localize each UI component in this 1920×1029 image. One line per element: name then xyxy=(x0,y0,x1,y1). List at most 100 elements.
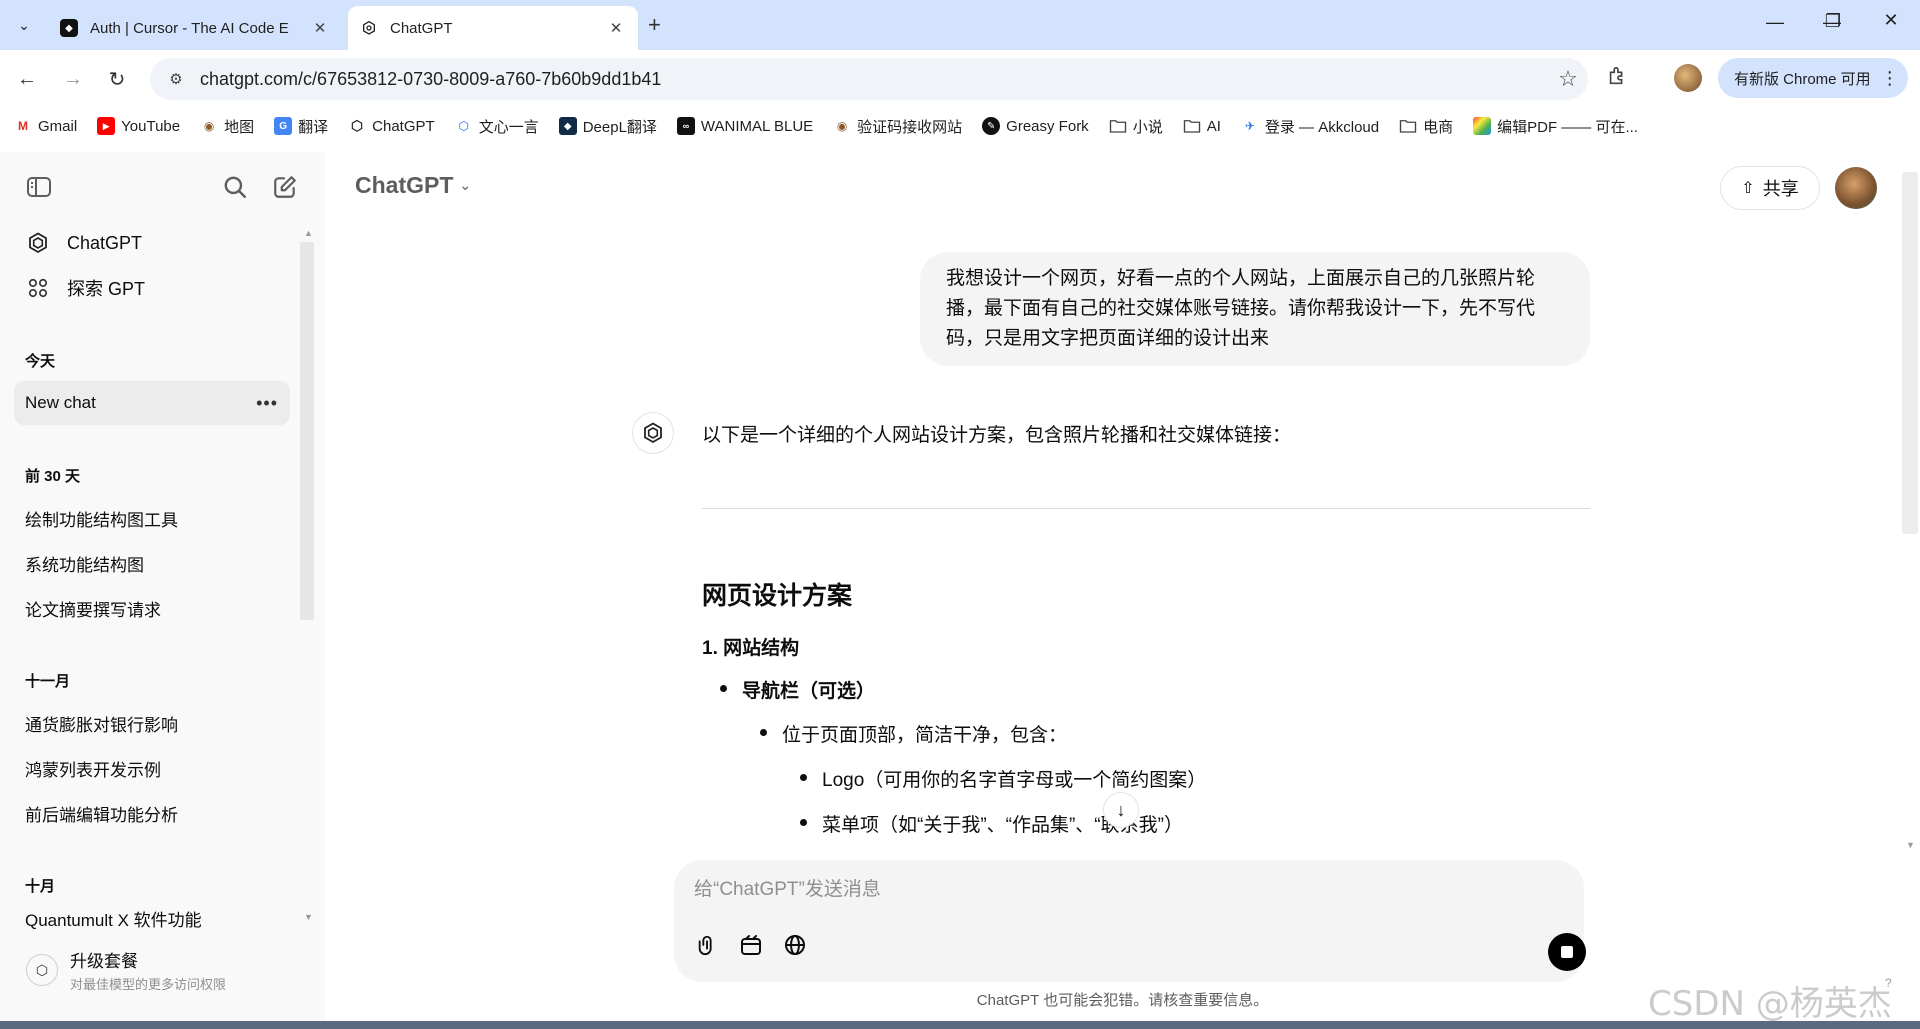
scroll-down-arrow-icon[interactable]: ▼ xyxy=(1906,840,1915,850)
response-heading: 网页设计方案 xyxy=(702,582,853,610)
chevron-down-icon: ⌄ xyxy=(459,177,472,193)
extensions-puzzle-icon[interactable] xyxy=(1606,65,1628,93)
reload-icon[interactable]: ↻ xyxy=(102,64,132,94)
message-input[interactable]: 给“ChatGPT”发送消息 xyxy=(694,874,881,901)
section-last-30-days: 前 30 天 xyxy=(25,468,81,485)
editpdf-icon xyxy=(1473,117,1492,135)
chat-main: ChatGPT ⌄ ⇧ 共享 ▼ 我想设计一个网页，好看一点的个人网站，上面展示… xyxy=(325,152,1920,1029)
bookmark-map[interactable]: ◉ 地图 xyxy=(200,116,254,137)
share-upload-icon: ⇧ xyxy=(1741,180,1755,197)
openai-logo-icon xyxy=(348,117,366,135)
bookmark-folder-ecommerce[interactable]: 电商 xyxy=(1399,116,1453,137)
sidebar-scrollbar[interactable] xyxy=(300,242,314,620)
upgrade-plan-button[interactable]: ⬡ 升级套餐 对最佳模型的更多访问权限 xyxy=(14,940,304,1000)
restore-window-icon[interactable]: ❐ xyxy=(1818,11,1848,32)
tab-cursor-auth[interactable]: ◆ Auth | Cursor - The AI Code E ✕ xyxy=(48,6,342,50)
sidebar-item-label: ChatGPT xyxy=(67,232,143,253)
globe-search-icon[interactable] xyxy=(780,930,810,960)
close-window-icon[interactable]: ✕ xyxy=(1876,10,1906,31)
site-info-icon[interactable]: ⚙ xyxy=(164,70,188,88)
chat-item[interactable]: Quantumult X 软件功能 xyxy=(14,906,290,932)
greasyfork-icon: ✎ xyxy=(982,117,1001,135)
upgrade-badge-icon: ⬡ xyxy=(26,954,58,986)
response-section-title: 1. 网站结构 xyxy=(702,638,800,659)
stop-generating-button[interactable] xyxy=(1548,933,1586,971)
arrow-down-icon: ↓ xyxy=(1116,799,1126,820)
scroll-up-arrow-icon[interactable]: ▲ xyxy=(304,228,313,238)
bookmark-folder-ai[interactable]: AI xyxy=(1183,117,1221,135)
folder-icon xyxy=(1183,117,1201,135)
chat-item[interactable]: 鸿蒙列表开发示例 xyxy=(14,746,290,790)
tab-title: Auth | Cursor - The AI Code E xyxy=(90,19,289,37)
sidebar-toggle-icon[interactable] xyxy=(24,172,54,202)
user-avatar[interactable] xyxy=(1835,167,1877,209)
bookmark-wenxin[interactable]: ⬡ 文心一言 xyxy=(455,116,538,137)
canvas-tool-icon[interactable] xyxy=(736,930,766,960)
bookmark-wanimal[interactable]: ∞ WANIMAL BLUE xyxy=(676,117,813,135)
more-options-icon[interactable]: ••• xyxy=(256,393,278,414)
sidebar-item-chatgpt[interactable]: ChatGPT xyxy=(14,221,290,265)
sidebar-item-explore-gpt[interactable]: 探索 GPT xyxy=(14,266,290,310)
address-bar[interactable]: ⚙ chatgpt.com/c/67653812-0730-8009-a760-… xyxy=(150,58,1588,100)
section-november: 十一月 xyxy=(25,673,71,690)
tab-close-icon[interactable]: ✕ xyxy=(606,19,626,37)
folder-icon xyxy=(1109,117,1127,135)
wenxin-icon: ⬡ xyxy=(458,119,469,133)
share-button[interactable]: ⇧ 共享 xyxy=(1720,166,1820,210)
browser-profile-avatar[interactable] xyxy=(1674,64,1702,92)
stop-square-icon xyxy=(1561,946,1573,958)
bookmark-sms[interactable]: ◉ 验证码接收网站 xyxy=(833,116,962,137)
chat-item-new-chat[interactable]: New chat ••• xyxy=(14,381,290,425)
bookmark-greasyfork[interactable]: ✎ Greasy Fork xyxy=(982,117,1089,135)
openai-favicon-icon xyxy=(360,19,378,37)
scroll-down-arrow-icon[interactable]: ▼ xyxy=(304,912,313,922)
sms-site-icon: ◉ xyxy=(836,119,848,133)
browser-nav-bar: ← → ↻ ⚙ chatgpt.com/c/67653812-0730-8009… xyxy=(0,50,1920,108)
bookmark-star-icon[interactable]: ☆ xyxy=(1548,66,1588,92)
back-arrow-icon[interactable]: ← xyxy=(12,64,42,94)
scroll-to-bottom-button[interactable]: ↓ xyxy=(1103,792,1139,828)
chat-item[interactable]: 论文摘要撰写请求 xyxy=(14,586,290,630)
model-selector[interactable]: ChatGPT ⌄ xyxy=(355,172,471,199)
bookmark-akkcloud[interactable]: ✈ 登录 — Akkcloud xyxy=(1241,116,1379,137)
browser-tab-bar: ⌄ ◆ Auth | Cursor - The AI Code E ✕ Chat… xyxy=(0,0,1920,50)
tab-close-icon[interactable]: ✕ xyxy=(310,19,330,37)
url-text[interactable]: chatgpt.com/c/67653812-0730-8009-a760-7b… xyxy=(200,69,1548,90)
youtube-icon: ▶ xyxy=(97,117,116,135)
deepl-icon: ◆ xyxy=(558,117,577,135)
model-name: ChatGPT xyxy=(355,172,454,198)
new-tab-plus-icon[interactable]: + xyxy=(648,12,661,38)
chat-item[interactable]: 通货膨胀对银行影响 xyxy=(14,701,290,745)
gmail-icon: M xyxy=(18,119,28,133)
forward-arrow-icon[interactable]: → xyxy=(58,64,88,94)
bookmark-chatgpt[interactable]: ChatGPT xyxy=(348,117,435,135)
main-scrollbar[interactable] xyxy=(1902,172,1918,534)
folder-icon xyxy=(1399,117,1417,135)
minimize-window-icon[interactable]: — xyxy=(1760,12,1790,33)
bookmark-editpdf[interactable]: 编辑PDF —— 可在... xyxy=(1473,116,1638,137)
chat-item[interactable]: 系统功能结构图 xyxy=(14,541,290,585)
map-icon: ◉ xyxy=(203,119,215,133)
akkcloud-icon: ✈ xyxy=(1244,119,1255,133)
bookmark-folder-novel[interactable]: 小说 xyxy=(1109,116,1163,137)
user-message-bubble: 我想设计一个网页，好看一点的个人网站，上面展示自己的几张照片轮播，最下面有自己的… xyxy=(920,252,1590,366)
new-chat-edit-icon[interactable] xyxy=(270,172,300,202)
bullet xyxy=(720,685,727,692)
bookmark-deepl[interactable]: ◆ DeepL翻译 xyxy=(558,116,657,137)
search-icon[interactable] xyxy=(220,172,250,202)
message-composer[interactable]: 给“ChatGPT”发送消息 xyxy=(674,860,1586,982)
tab-search-chevron-icon[interactable]: ⌄ xyxy=(8,10,40,40)
chat-item[interactable]: 绘制功能结构图工具 xyxy=(14,496,290,540)
chat-item[interactable]: 前后端编辑功能分析 xyxy=(14,791,290,835)
more-vertical-icon: ⋮ xyxy=(1880,67,1899,88)
section-october: 十月 xyxy=(25,878,56,895)
section-today: 今天 xyxy=(25,353,56,370)
openai-logo-icon xyxy=(25,230,51,256)
bookmark-translate[interactable]: G 翻译 xyxy=(274,116,328,137)
bookmark-gmail[interactable]: M Gmail xyxy=(14,117,77,135)
taskbar-strip xyxy=(0,1021,1920,1029)
bookmark-youtube[interactable]: ▶ YouTube xyxy=(97,117,180,135)
tab-chatgpt[interactable]: ChatGPT ✕ xyxy=(348,6,638,50)
attach-paperclip-icon[interactable] xyxy=(692,930,722,960)
chrome-update-button[interactable]: 有新版 Chrome 可用 ⋮ xyxy=(1718,58,1908,98)
